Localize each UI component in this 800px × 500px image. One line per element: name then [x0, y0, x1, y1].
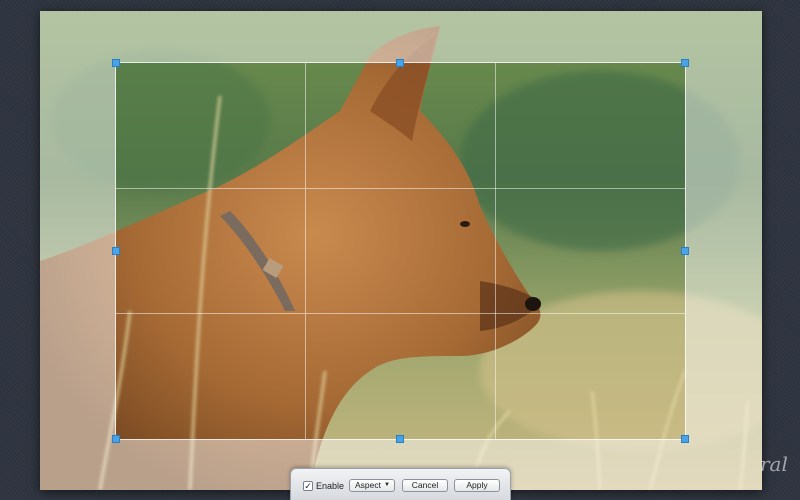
- crop-handle-bottom-right[interactable]: [681, 435, 689, 443]
- dim-overlay-left: [40, 63, 116, 439]
- dim-overlay-top: [40, 11, 762, 63]
- enable-label: Enable: [316, 481, 345, 491]
- crop-handle-bottom-left[interactable]: [112, 435, 120, 443]
- dim-overlay-right: [685, 63, 762, 439]
- photo-canvas: [40, 11, 762, 490]
- apply-button[interactable]: Apply: [454, 479, 500, 492]
- crop-handle-top-center[interactable]: [396, 59, 404, 67]
- crop-toolbar: ✓ Enable Aspect ▼ Cancel Apply: [290, 468, 511, 500]
- grid-line-h1: [116, 188, 685, 189]
- aspect-dropdown[interactable]: Aspect ▼: [349, 479, 395, 492]
- crop-handle-top-right[interactable]: [681, 59, 689, 67]
- crop-handle-middle-left[interactable]: [112, 247, 120, 255]
- chevron-down-icon: ▼: [384, 482, 390, 488]
- cancel-button[interactable]: Cancel: [402, 479, 448, 492]
- watermark-logo: ral: [760, 452, 788, 476]
- crop-handle-middle-right[interactable]: [681, 247, 689, 255]
- grid-line-v1: [305, 63, 306, 439]
- grid-line-v2: [495, 63, 496, 439]
- enable-checkbox[interactable]: ✓: [303, 481, 313, 491]
- crop-handle-top-left[interactable]: [112, 59, 120, 67]
- aspect-dropdown-label: Aspect: [355, 480, 381, 490]
- grid-line-h2: [116, 313, 685, 314]
- crop-app: ral ✓ Enable Aspect ▼ Cancel Apply: [0, 0, 800, 500]
- crop-handle-bottom-center[interactable]: [396, 435, 404, 443]
- crop-selection[interactable]: [112, 59, 689, 443]
